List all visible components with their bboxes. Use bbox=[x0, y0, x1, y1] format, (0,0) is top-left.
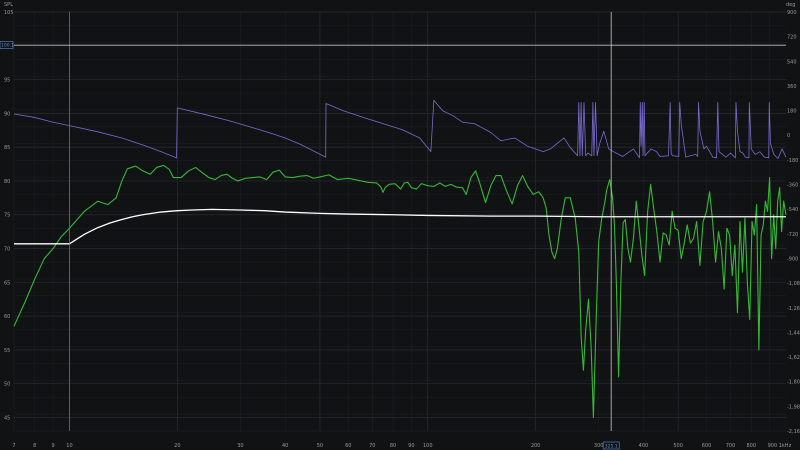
left-tick-label: 50 bbox=[4, 382, 10, 388]
x-tick-label: 800 bbox=[747, 443, 757, 449]
left-tick-label: 45 bbox=[4, 415, 10, 421]
x-tick-label: 300 bbox=[594, 443, 604, 449]
right-tick-label: -540 bbox=[787, 207, 798, 213]
x-tick-label: 7 bbox=[12, 443, 15, 449]
x-tick-label: 20 bbox=[174, 443, 180, 449]
right-tick-label: -1,080 bbox=[787, 281, 800, 287]
right-tick-label: 180 bbox=[787, 109, 797, 115]
cursor-x-readout: 325.1 bbox=[602, 441, 620, 450]
x-tick-label: 700 bbox=[726, 443, 736, 449]
x-tick-label: 8 bbox=[33, 443, 36, 449]
frequency-response-chart[interactable]: 1051009590858075706560555045 90072054036… bbox=[0, 0, 800, 450]
cursor-y-readout: 100.1 bbox=[0, 41, 14, 49]
x-tick-label: 200 bbox=[531, 443, 541, 449]
right-tick-label: -720 bbox=[787, 232, 798, 238]
left-tick-label: 60 bbox=[4, 314, 10, 320]
right-tick-label: -1,800 bbox=[787, 380, 800, 386]
cursor-x-value: 325.1 bbox=[605, 443, 618, 449]
x-tick-label: 10 bbox=[66, 443, 72, 449]
right-tick-label: -1,440 bbox=[787, 330, 800, 336]
left-tick-label: 75 bbox=[4, 213, 10, 219]
left-tick-label: 85 bbox=[4, 145, 10, 151]
right-tick-label: 900 bbox=[787, 10, 797, 16]
right-tick-label: -180 bbox=[787, 158, 798, 164]
x-tick-label: 40 bbox=[282, 443, 288, 449]
left-tick-label: 70 bbox=[4, 247, 10, 253]
left-tick-label: 90 bbox=[4, 111, 10, 117]
right-tick-label: -900 bbox=[787, 256, 798, 262]
x-tick-label: 9 bbox=[52, 443, 55, 449]
left-axis-unit: SPL bbox=[4, 2, 13, 8]
x-tick-label: 90 bbox=[408, 443, 414, 449]
right-tick-label: -2,160 bbox=[787, 429, 800, 435]
right-tick-label: -1,260 bbox=[787, 306, 800, 312]
right-tick-label: -1,980 bbox=[787, 404, 800, 410]
left-tick-label: 80 bbox=[4, 179, 10, 185]
x-tick-label: 30 bbox=[237, 443, 243, 449]
x-tick-label: 100 bbox=[423, 443, 433, 449]
x-tick-label: 80 bbox=[390, 443, 396, 449]
left-tick-label: 65 bbox=[4, 280, 10, 286]
x-tick-label: 50 bbox=[317, 443, 323, 449]
cursor-y-value: 100.1 bbox=[1, 43, 14, 49]
left-tick-label: 95 bbox=[4, 78, 10, 84]
x-tick-label: 70 bbox=[369, 443, 375, 449]
left-tick-label: 105 bbox=[4, 10, 14, 16]
right-tick-label: 720 bbox=[787, 35, 797, 41]
x-tick-label: 400 bbox=[639, 443, 649, 449]
right-tick-label: 0 bbox=[787, 133, 790, 139]
right-tick-label: -1,620 bbox=[787, 355, 800, 361]
left-tick-label: 55 bbox=[4, 348, 10, 354]
right-tick-label: 360 bbox=[787, 84, 797, 90]
x-tick-label: 500 bbox=[673, 443, 683, 449]
right-tick-label: -360 bbox=[787, 183, 798, 189]
x-tick-label: 900 1kHz bbox=[768, 443, 792, 449]
plot-background bbox=[0, 0, 800, 450]
x-tick-label: 600 bbox=[702, 443, 712, 449]
x-tick-label: 60 bbox=[345, 443, 351, 449]
right-axis-unit: deg bbox=[786, 2, 795, 8]
right-tick-label: 540 bbox=[787, 59, 797, 65]
